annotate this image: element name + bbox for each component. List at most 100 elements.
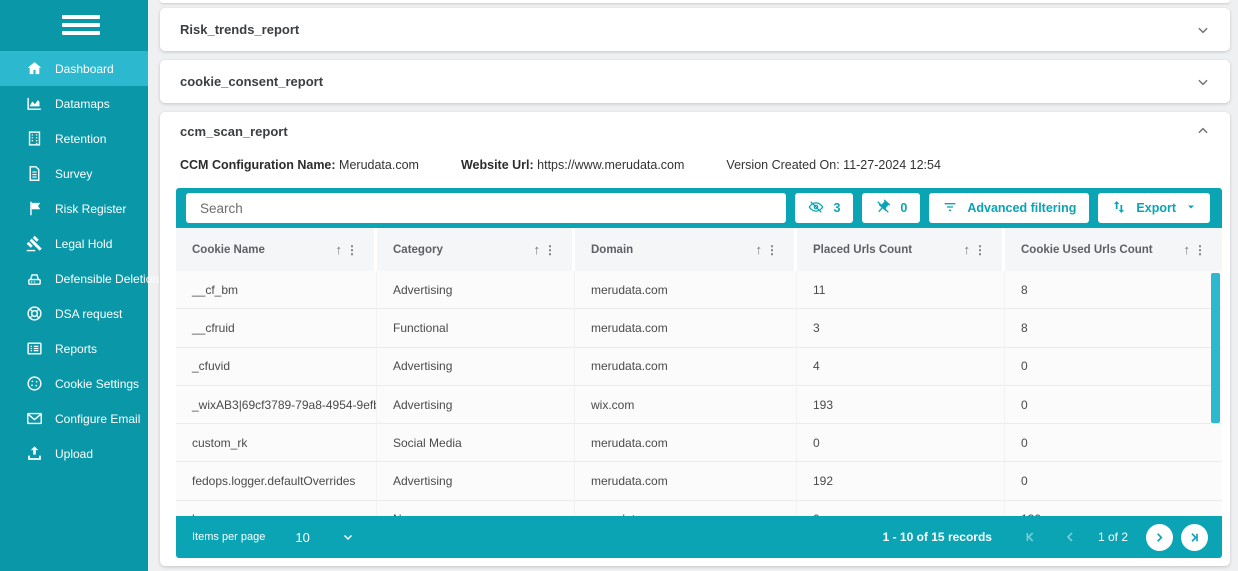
table-cell: custom_rk bbox=[176, 424, 377, 462]
table-cell: __cf_bm bbox=[176, 271, 377, 309]
column-header-category[interactable]: Category ↑ ⋮ bbox=[377, 228, 575, 271]
previous-page-icon[interactable] bbox=[1058, 525, 1082, 549]
sort-arrow-icon[interactable]: ↑ bbox=[756, 242, 763, 257]
accordion-risk-trends-report[interactable]: Risk_trends_report bbox=[160, 8, 1230, 51]
accordion-title: ccm_scan_report bbox=[180, 123, 288, 139]
sort-arrow-icon[interactable]: ↑ bbox=[534, 242, 541, 257]
search-input[interactable] bbox=[186, 193, 787, 223]
chevron-down-icon[interactable] bbox=[1196, 23, 1210, 37]
table-cell: 0 bbox=[1021, 435, 1028, 450]
sidebar-item-label: DSA request bbox=[55, 306, 123, 321]
table-row[interactable]: __cfruid Functional merudata.com 3 8 bbox=[176, 309, 1222, 348]
sidebar-item-legal-hold[interactable]: Legal Hold bbox=[0, 226, 148, 261]
report-meta-row: CCM Configuration Name: Merudata.com Web… bbox=[160, 150, 1230, 188]
hidden-columns-button[interactable]: 3 bbox=[795, 193, 854, 223]
sidebar-item-configure-email[interactable]: Configure Email bbox=[0, 401, 148, 436]
sidebar-item-reports[interactable]: Reports bbox=[0, 331, 148, 366]
table-cell: merudata.com bbox=[575, 500, 797, 516]
advanced-filtering-button[interactable]: Advanced filtering bbox=[929, 193, 1090, 223]
pinned-columns-button[interactable]: 0 bbox=[862, 193, 921, 223]
sidebar: Dashboard Datamaps Retention Survey Risk… bbox=[0, 0, 159, 571]
export-button[interactable]: Export bbox=[1098, 193, 1210, 223]
vertical-scrollbar[interactable] bbox=[1211, 273, 1220, 423]
table-cell: Advertising bbox=[377, 385, 575, 424]
column-menu-icon[interactable]: ⋮ bbox=[544, 243, 556, 257]
column-menu-icon[interactable]: ⋮ bbox=[974, 243, 986, 257]
gavel-icon bbox=[25, 235, 43, 253]
column-menu-icon[interactable]: ⋮ bbox=[346, 243, 358, 257]
cookie-table: 3 0 Advanced filtering bbox=[176, 188, 1222, 558]
table-cell: merudata.com bbox=[575, 347, 797, 385]
column-menu-icon[interactable]: ⋮ bbox=[766, 243, 778, 257]
items-per-page-label: Items per page bbox=[192, 531, 266, 543]
sidebar-item-retention[interactable]: Retention bbox=[0, 121, 148, 156]
column-header-placed-urls-count[interactable]: Placed Urls Count ↑ ⋮ bbox=[797, 228, 1005, 271]
column-header-cookie-name[interactable]: Cookie Name ↑ ⋮ bbox=[176, 228, 377, 271]
table-cell: 0 bbox=[1021, 397, 1028, 412]
accordion-header-ccm-scan[interactable]: ccm_scan_report bbox=[160, 112, 1230, 150]
table-row[interactable]: hsNecessarymerudata.com0130 bbox=[176, 500, 1222, 516]
hamburger-menu-icon[interactable] bbox=[0, 0, 148, 51]
sidebar-item-dsa-request[interactable]: DSA request bbox=[0, 296, 148, 331]
website-url-value: https://www.merudata.com bbox=[537, 158, 685, 172]
sidebar-item-risk-register[interactable]: Risk Register bbox=[0, 191, 148, 226]
sidebar-item-survey[interactable]: Survey bbox=[0, 156, 148, 191]
column-header-cookie-used-urls-count[interactable]: Cookie Used Urls Count ↑ ⋮ bbox=[1005, 228, 1222, 271]
accordion-cookie-consent-report[interactable]: cookie_consent_report bbox=[160, 60, 1230, 103]
first-page-icon[interactable] bbox=[1018, 525, 1042, 549]
sidebar-item-defensible-deletion[interactable]: Defensible Deletion bbox=[0, 261, 159, 296]
table-row[interactable]: custom_rk Social Media merudata.com 0 0 bbox=[176, 424, 1222, 463]
sidebar-item-datamaps[interactable]: Datamaps bbox=[0, 86, 148, 121]
table-cell: 0 bbox=[797, 424, 1005, 462]
table-cell: 0 bbox=[1021, 474, 1028, 489]
table-cell: merudata.com bbox=[575, 462, 797, 500]
column-label: Cookie Name bbox=[192, 243, 265, 256]
accordion-title: cookie_consent_report bbox=[180, 74, 324, 89]
chevron-down-icon[interactable] bbox=[342, 531, 354, 543]
column-menu-icon[interactable]: ⋮ bbox=[1194, 243, 1206, 257]
table-cell: 3 bbox=[797, 309, 1005, 347]
table-cell: __cfruid bbox=[176, 309, 377, 347]
chevron-up-icon[interactable] bbox=[1196, 124, 1210, 138]
items-per-page-value[interactable]: 10 bbox=[295, 530, 309, 545]
table-row[interactable]: __cf_bm Advertising merudata.com 11 8 bbox=[176, 271, 1222, 310]
website-url-label: Website Url: bbox=[460, 158, 534, 172]
filter-icon bbox=[942, 199, 958, 218]
table-cell: 0 bbox=[1021, 359, 1028, 374]
table-cell: Social Media bbox=[377, 424, 575, 462]
accordion-title: Risk_trends_report bbox=[180, 22, 300, 37]
sidebar-nav: Dashboard Datamaps Retention Survey Risk… bbox=[0, 51, 159, 471]
sidebar-item-cookie-settings[interactable]: Cookie Settings bbox=[0, 366, 148, 401]
building-icon bbox=[25, 130, 43, 148]
sort-arrow-icon[interactable]: ↑ bbox=[964, 242, 971, 257]
ccm-config-name-label: CCM Configuration Name: bbox=[180, 158, 336, 172]
table-row[interactable]: _wixAB3|69cf3789-79a8-4954-9efb-44e5...A… bbox=[176, 385, 1222, 425]
sort-arrow-icon[interactable]: ↑ bbox=[1184, 242, 1191, 257]
table-cell: Advertising bbox=[377, 462, 575, 500]
table-cell: 130 bbox=[1005, 501, 1222, 516]
document-icon bbox=[25, 165, 43, 183]
sort-arrow-icon[interactable]: ↑ bbox=[336, 242, 343, 257]
accordion-ccm-scan-report: ccm_scan_report CCM Configuration Name: … bbox=[160, 112, 1230, 566]
table-cell: 11 bbox=[797, 271, 1005, 309]
table-cell: fedops.logger.defaultOverrides bbox=[176, 462, 377, 500]
table-body: __cf_bm Advertising merudata.com 11 8 __cfrui… bbox=[176, 271, 1222, 516]
app-window: Dashboard Datamaps Retention Survey Risk… bbox=[0, 0, 1238, 571]
sidebar-item-dashboard[interactable]: Dashboard bbox=[0, 51, 148, 86]
cookie-icon bbox=[25, 375, 43, 393]
next-page-button[interactable] bbox=[1146, 523, 1173, 551]
chevron-down-icon[interactable] bbox=[1196, 75, 1210, 89]
chevron-down-icon[interactable] bbox=[1185, 201, 1197, 216]
table-row[interactable]: _cfuvid Advertising merudata.com 4 0 bbox=[176, 347, 1222, 386]
sidebar-item-upload[interactable]: Upload bbox=[0, 436, 148, 471]
column-header-domain[interactable]: Domain ↑ ⋮ bbox=[575, 228, 797, 271]
last-page-button[interactable] bbox=[1181, 523, 1208, 551]
sidebar-item-label: Datamaps bbox=[55, 96, 110, 111]
partial-card-above bbox=[160, 0, 1230, 3]
table-row[interactable]: fedops.logger.defaultOverrides Advertisin… bbox=[176, 462, 1222, 501]
report-list-icon bbox=[25, 340, 43, 358]
sidebar-item-label: Upload bbox=[55, 446, 94, 461]
pinned-columns-count: 0 bbox=[900, 201, 908, 215]
table-cell: wix.com bbox=[575, 385, 797, 424]
table-cell: merudata.com bbox=[575, 309, 797, 347]
